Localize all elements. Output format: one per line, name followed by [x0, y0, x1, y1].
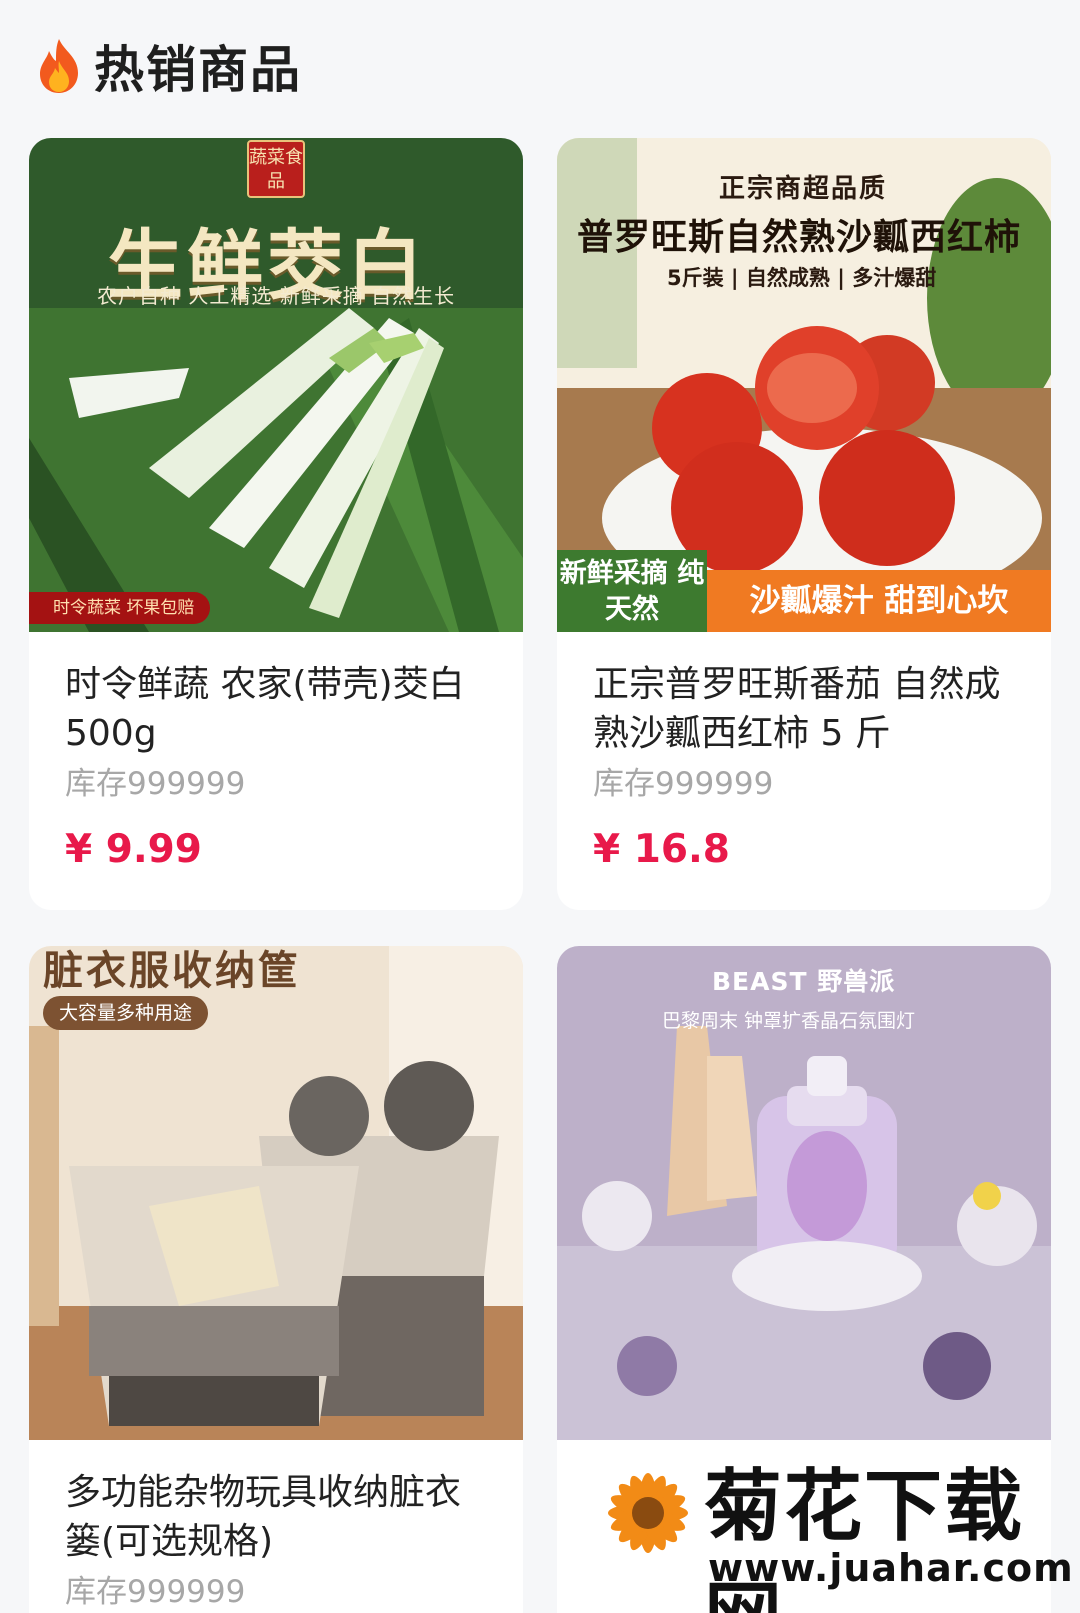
page: 热销商品 蔬菜食品 生鲜茭白 农户自种 人工精选 新鲜采摘 自然生长 时令蔬菜 [0, 0, 1080, 1613]
product-name[interactable]: 正宗普罗旺斯番茄 自然成熟沙瓤西红柿 5 斤 [593, 660, 1019, 758]
product-image[interactable]: BEAST 野兽派 巴黎周末 钟罩扩香晶石氛围灯 [557, 946, 1051, 1440]
product-card[interactable]: 蔬菜食品 生鲜茭白 农户自种 人工精选 新鲜采摘 自然生长 时令蔬菜 坏果包赔 … [29, 138, 523, 910]
product-name[interactable]: 时令鲜蔬 农家(带壳)茭白500g [65, 660, 491, 758]
section-header: 热销商品 [34, 36, 302, 99]
fire-icon [40, 39, 78, 93]
product-price: ¥ 16.8 [593, 827, 730, 872]
image-tag: 大容量多种用途 [43, 996, 209, 1030]
image-title: 脏衣服收纳筐 [43, 948, 301, 994]
seal-badge: 蔬菜食品 [247, 140, 305, 198]
card-body: 时令鲜蔬 农家(带壳)茭白500g 库存999999 ¥ 9.99 [29, 632, 523, 906]
image-subtitle: 巴黎周末 钟罩扩香晶石氛围灯 [662, 1010, 916, 1032]
image-line-1: 正宗商超品质 [719, 174, 888, 204]
product-card[interactable]: 脏衣服收纳筐 大容量多种用途 多功能杂物玩具收纳脏衣篓(可选规格) 库存9999… [29, 946, 523, 1613]
flower-logo-icon [608, 1473, 688, 1553]
green-tag: 新鲜采摘 纯天然 [557, 550, 707, 632]
watermark: 菊花下载网 www.juahar.com [588, 1444, 1080, 1613]
card-body: 正宗普罗旺斯番茄 自然成熟沙瓤西红柿 5 斤 库存999999 ¥ 16.8 [557, 632, 1051, 906]
image-subtitle: 农户自种 人工精选 新鲜采摘 自然生长 [97, 284, 456, 308]
image-line-3: 5斤装 | 自然成熟 | 多汁爆甜 [667, 266, 937, 290]
section-title: 热销商品 [94, 41, 302, 99]
product-stock: 库存999999 [65, 766, 246, 802]
product-name[interactable]: 多功能杂物玩具收纳脏衣篓(可选规格) [65, 1468, 491, 1566]
product-image[interactable]: 蔬菜食品 生鲜茭白 农户自种 人工精选 新鲜采摘 自然生长 时令蔬菜 坏果包赔 [29, 138, 523, 632]
image-line-2: 普罗旺斯自然熟沙瓤西红柿 [577, 217, 1022, 258]
brand-title: BEAST 野兽派 [712, 967, 896, 996]
product-price: ¥ 9.99 [65, 827, 202, 872]
card-body: 多功能杂物玩具收纳脏衣篓(可选规格) 库存999999 [29, 1440, 523, 1613]
product-image[interactable]: 正宗商超品质 普罗旺斯自然熟沙瓤西红柿 5斤装 | 自然成熟 | 多汁爆甜 新鲜… [557, 138, 1051, 632]
product-image[interactable]: 脏衣服收纳筐 大容量多种用途 [29, 946, 523, 1440]
product-stock: 库存999999 [593, 766, 774, 802]
image-badge: 时令蔬菜 坏果包赔 [29, 592, 211, 624]
product-stock: 库存999999 [65, 1574, 246, 1610]
product-card[interactable]: 正宗商超品质 普罗旺斯自然熟沙瓤西红柿 5斤装 | 自然成熟 | 多汁爆甜 新鲜… [557, 138, 1051, 910]
watermark-url: www.juahar.com [708, 1546, 1074, 1590]
orange-banner: 沙瓤爆汁 甜到心坎 [707, 570, 1051, 632]
